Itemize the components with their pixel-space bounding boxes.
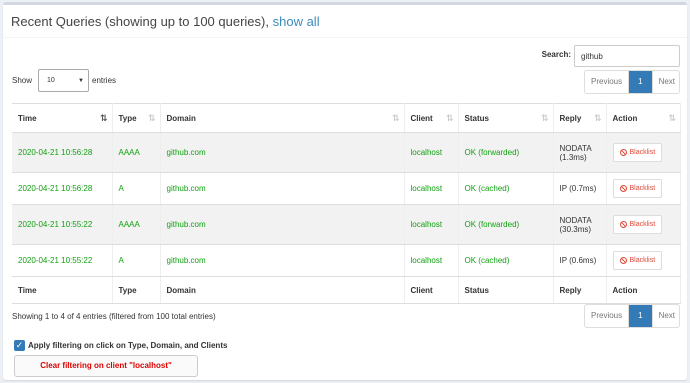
column-header-type[interactable]: Type ⇅ — [112, 103, 161, 133]
sort-icon: ⇅ — [147, 113, 155, 123]
footer-domain: Domain — [160, 276, 405, 304]
cell-time: 2020-04-21 10:56:28 — [12, 132, 113, 173]
cell-action: Blacklist — [606, 244, 681, 277]
cell-status: OK (cached) — [458, 172, 554, 205]
cell-domain[interactable]: github.com — [160, 244, 405, 277]
sort-icon: ⇅ — [668, 113, 675, 123]
filter-checkbox[interactable]: ✓ — [14, 339, 25, 351]
previous-button[interactable]: Previous — [585, 305, 630, 327]
sort-icon: ⇅ — [391, 113, 399, 123]
footer-type: Type — [112, 276, 161, 304]
table-info: Showing 1 to 4 of 4 entries (filtered fr… — [12, 312, 216, 321]
column-header-reply[interactable]: Reply ⇅ — [553, 103, 607, 133]
ban-icon — [619, 221, 627, 228]
table-header-row: Time ⇅ Type ⇅ Domain ⇅ Client ⇅ Status ⇅ Repl… — [12, 103, 681, 133]
column-header-time[interactable]: Time ⇅ — [12, 103, 113, 133]
table-row: 2020-04-21 10:55:22 AAAA github.com loca… — [12, 204, 681, 245]
sort-icon: ⇅ — [593, 113, 601, 123]
table-row: 2020-04-21 10:56:28 A github.com localho… — [12, 172, 681, 205]
page-1-button[interactable]: 1 — [629, 71, 653, 93]
cell-type[interactable]: A — [112, 172, 161, 205]
blacklist-button[interactable]: Blacklist — [612, 179, 663, 198]
cell-action: Blacklist — [606, 204, 681, 245]
entries-select-value: 10 — [47, 77, 55, 84]
box-header: Recent Queries (showing up to 100 querie… — [3, 5, 687, 38]
table-row: 2020-04-21 10:56:28 AAAA github.com loca… — [12, 132, 681, 173]
entries-select[interactable]: 10 ▼ — [38, 69, 89, 92]
cell-time: 2020-04-21 10:56:28 — [12, 172, 113, 205]
cell-reply: IP (0.7ms) — [553, 172, 607, 205]
cell-action: Blacklist — [606, 132, 681, 173]
search-input[interactable] — [574, 45, 680, 67]
recent-queries-box: Recent Queries (showing up to 100 querie… — [3, 2, 687, 380]
cell-domain[interactable]: github.com — [160, 132, 405, 173]
cell-time: 2020-04-21 10:55:22 — [12, 244, 113, 277]
cell-status: OK (forwarded) — [458, 204, 554, 245]
table-footer-row: Time Type Domain Client Status Reply Act… — [12, 276, 681, 304]
previous-button[interactable]: Previous — [585, 71, 630, 93]
table-row: 2020-04-21 10:55:22 A github.com localho… — [12, 244, 681, 277]
box-title: Recent Queries (showing up to 100 querie… — [11, 14, 269, 29]
ban-icon — [619, 185, 627, 192]
ban-icon — [619, 149, 627, 156]
search-label: Search: — [541, 50, 571, 59]
cell-type[interactable]: A — [112, 244, 161, 277]
footer-time: Time — [12, 276, 113, 304]
sort-icon: ⇅ — [445, 113, 453, 123]
cell-action: Blacklist — [606, 172, 681, 205]
column-header-action[interactable]: Action ⇅ — [606, 103, 681, 133]
entries-label: entries — [92, 76, 117, 85]
cell-client[interactable]: localhost — [404, 244, 459, 277]
cell-type[interactable]: AAAA — [112, 132, 161, 173]
filter-option: ✓ Apply filtering on click on Type, Doma… — [14, 339, 227, 351]
next-button[interactable]: Next — [653, 71, 679, 93]
footer-reply: Reply — [553, 276, 607, 304]
sort-desc-icon: ⇅ — [99, 113, 107, 123]
column-header-status[interactable]: Status ⇅ — [458, 103, 554, 133]
cell-client[interactable]: localhost — [404, 172, 459, 205]
column-header-domain[interactable]: Domain ⇅ — [160, 103, 405, 133]
blacklist-button[interactable]: Blacklist — [612, 251, 663, 270]
cell-reply: NODATA (30.3ms) — [553, 204, 607, 245]
queries-table: Time ⇅ Type ⇅ Domain ⇅ Client ⇅ Status ⇅ Repl… — [12, 103, 681, 304]
cell-type[interactable]: AAAA — [112, 204, 161, 245]
sort-icon: ⇅ — [540, 113, 548, 123]
footer-action: Action — [606, 276, 681, 304]
clear-filter-button[interactable]: Clear filtering on client "localhost" — [14, 355, 198, 377]
show-label: Show — [12, 76, 33, 85]
chevron-down-icon: ▼ — [78, 78, 84, 84]
cell-domain[interactable]: github.com — [160, 204, 405, 245]
footer-client: Client — [404, 276, 459, 304]
column-header-client[interactable]: Client ⇅ — [404, 103, 459, 133]
show-all-link[interactable]: show all — [273, 14, 320, 29]
cell-client[interactable]: localhost — [404, 204, 459, 245]
next-button[interactable]: Next — [653, 305, 679, 327]
cell-reply: IP (0.6ms) — [553, 244, 607, 277]
cell-status: OK (cached) — [458, 244, 554, 277]
pagination-top: Previous 1 Next — [584, 70, 680, 94]
page-1-button[interactable]: 1 — [629, 305, 653, 327]
cell-time: 2020-04-21 10:55:22 — [12, 204, 113, 245]
blacklist-button[interactable]: Blacklist — [612, 215, 663, 234]
cell-status: OK (forwarded) — [458, 132, 554, 173]
filter-checkbox-label[interactable]: Apply filtering on click on Type, Domain… — [28, 341, 227, 350]
blacklist-button[interactable]: Blacklist — [612, 143, 663, 162]
footer-status: Status — [458, 276, 554, 304]
cell-domain[interactable]: github.com — [160, 172, 405, 205]
search-row: Search: — [3, 44, 687, 70]
cell-reply: NODATA (1.3ms) — [553, 132, 607, 173]
ban-icon — [619, 257, 627, 264]
cell-client[interactable]: localhost — [404, 132, 459, 173]
pagination-bottom: Previous 1 Next — [584, 304, 680, 328]
